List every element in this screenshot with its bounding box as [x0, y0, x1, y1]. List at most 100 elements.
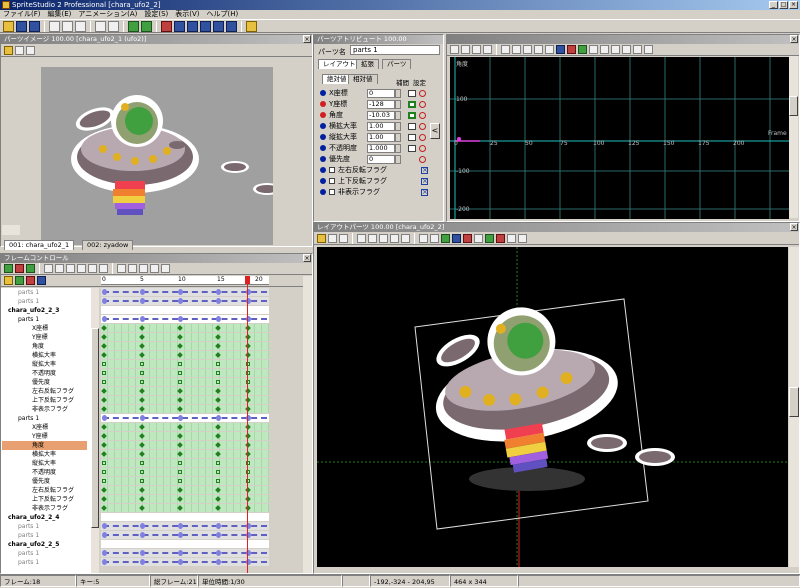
collapse-arrow-button[interactable]: <	[430, 123, 440, 139]
attribute-keyframe-marker[interactable]	[215, 433, 221, 439]
attribute-keyframe-marker[interactable]	[139, 433, 145, 439]
help-icon[interactable]	[246, 20, 257, 32]
track-part-row[interactable]	[101, 414, 269, 422]
attribute-keyframe-marker[interactable]	[101, 442, 107, 448]
attribute-keyframe-marker[interactable]	[101, 424, 107, 430]
attribute-keyframe-marker[interactable]	[215, 406, 221, 412]
select-tool-icon[interactable]	[401, 233, 410, 243]
part-keyframe-marker[interactable]	[140, 298, 145, 304]
layout-canvas[interactable]	[317, 247, 788, 567]
key-toggle[interactable]	[419, 111, 426, 119]
parts-window-icon[interactable]	[161, 20, 172, 32]
save-as-icon[interactable]	[29, 20, 40, 32]
attribute-keyframe-marker[interactable]	[177, 397, 183, 403]
layout-zoom-in-icon[interactable]	[328, 233, 337, 243]
part-keyframe-marker[interactable]	[140, 289, 145, 295]
attribute-keyframe-marker[interactable]	[177, 451, 183, 457]
open-folder-icon[interactable]	[3, 20, 14, 32]
attribute-keyframe-marker[interactable]	[139, 397, 145, 403]
attribute-keyframe-marker[interactable]	[177, 343, 183, 349]
interp-toggle[interactable]	[408, 122, 416, 130]
track-part-row[interactable]	[101, 315, 269, 323]
interp-toggle[interactable]	[408, 111, 416, 119]
graph-key-add-icon[interactable]	[556, 45, 565, 54]
part-keyframe-marker[interactable]	[102, 532, 107, 538]
part-keyframe-marker[interactable]	[216, 532, 221, 538]
attribute-keyframe-marker[interactable]	[177, 424, 183, 430]
attribute-keyframe-marker[interactable]	[139, 442, 145, 448]
track-attribute-row[interactable]	[101, 342, 269, 350]
track-attribute-row[interactable]	[101, 324, 269, 332]
tab-parts-image-1[interactable]: 001: chara_ufo2_1	[4, 240, 75, 250]
save-icon[interactable]	[16, 20, 27, 32]
menu-edit[interactable]: 編集(E)	[48, 10, 72, 19]
minimize-button[interactable]: _	[769, 1, 778, 9]
attribute-keyframe-marker[interactable]	[177, 334, 183, 340]
prev-frame-icon[interactable]	[55, 264, 64, 273]
grid-icon[interactable]	[419, 233, 428, 243]
part-keyframe-marker[interactable]	[102, 550, 107, 556]
track-attribute-row[interactable]	[101, 333, 269, 341]
graph-window-icon[interactable]	[213, 20, 224, 32]
x-field[interactable]	[367, 88, 395, 98]
key-delete-icon[interactable]	[15, 264, 24, 273]
close-icon[interactable]: ×	[303, 35, 311, 43]
close-icon[interactable]: ×	[790, 35, 798, 43]
part-keyframe-marker[interactable]	[140, 532, 145, 538]
copy-icon[interactable]	[62, 20, 73, 32]
spin-button[interactable]	[395, 154, 401, 164]
part-keyframe-marker[interactable]	[178, 415, 183, 421]
spin-button[interactable]	[395, 88, 401, 98]
timeline-vscrollbar[interactable]	[91, 288, 99, 573]
track-attribute-row[interactable]	[101, 360, 269, 368]
track-part-row[interactable]	[101, 522, 269, 530]
track-animation-row[interactable]	[101, 513, 269, 521]
attribute-keyframe-marker[interactable]	[101, 388, 107, 394]
menu-help[interactable]: ヘルプ(H)	[207, 10, 239, 19]
attribute-keyframe-marker[interactable]	[101, 334, 107, 340]
frame-ruler[interactable]: 0 5 10 15 20	[101, 276, 269, 285]
attribute-keyframe-marker[interactable]	[216, 380, 220, 384]
key-toggle[interactable]: ×	[421, 188, 428, 196]
graph-zoom-reset-icon[interactable]	[483, 45, 492, 54]
spin-button[interactable]	[395, 132, 401, 142]
curve-hermite-icon[interactable]	[512, 45, 521, 54]
scale-y-field[interactable]	[367, 132, 395, 142]
track-part-row[interactable]	[101, 288, 269, 296]
part-keyframe-marker[interactable]	[140, 415, 145, 421]
attribute-keyframe-marker[interactable]	[101, 505, 107, 511]
part-keyframe-marker[interactable]	[178, 289, 183, 295]
track-part-row[interactable]	[101, 297, 269, 305]
menu-animation[interactable]: アニメーション(A)	[78, 10, 137, 19]
attribute-keyframe-marker[interactable]	[178, 371, 182, 375]
spin-button[interactable]	[395, 99, 401, 109]
attribute-keyframe-marker[interactable]	[177, 496, 183, 502]
attribute-keyframe-marker[interactable]	[140, 470, 144, 474]
attribute-keyframe-marker[interactable]	[215, 334, 221, 340]
guide-icon[interactable]	[430, 233, 439, 243]
stop-icon[interactable]	[66, 264, 75, 273]
attribute-keyframe-marker[interactable]	[178, 461, 182, 465]
attribute-keyframe-marker[interactable]	[139, 325, 145, 331]
tab-relative[interactable]: 相対値	[348, 74, 378, 84]
part-keyframe-marker[interactable]	[140, 559, 145, 565]
part-keyframe-marker[interactable]	[178, 559, 183, 565]
track-attribute-row[interactable]	[101, 387, 269, 395]
track-attribute-row[interactable]	[101, 450, 269, 458]
graph-zoom-in-icon[interactable]	[450, 45, 459, 54]
layout-vscrollbar[interactable]	[789, 247, 799, 567]
attribute-keyframe-marker[interactable]	[102, 470, 106, 474]
part-keyframe-marker[interactable]	[102, 298, 107, 304]
graph-zoom-out-icon[interactable]	[461, 45, 470, 54]
attribute-keyframe-marker[interactable]	[216, 371, 220, 375]
attribute-keyframe-marker[interactable]	[215, 397, 221, 403]
graph-show-icon[interactable]	[578, 45, 587, 54]
key-toggle[interactable]	[419, 155, 426, 163]
cut-icon[interactable]	[49, 20, 60, 32]
attribute-window-icon[interactable]	[200, 20, 211, 32]
attribute-keyframe-marker[interactable]	[215, 424, 221, 430]
attribute-keyframe-marker[interactable]	[140, 362, 144, 366]
track-attribute-row[interactable]	[101, 423, 269, 431]
key-toggle[interactable]	[419, 144, 426, 152]
curve-none-icon[interactable]	[545, 45, 554, 54]
